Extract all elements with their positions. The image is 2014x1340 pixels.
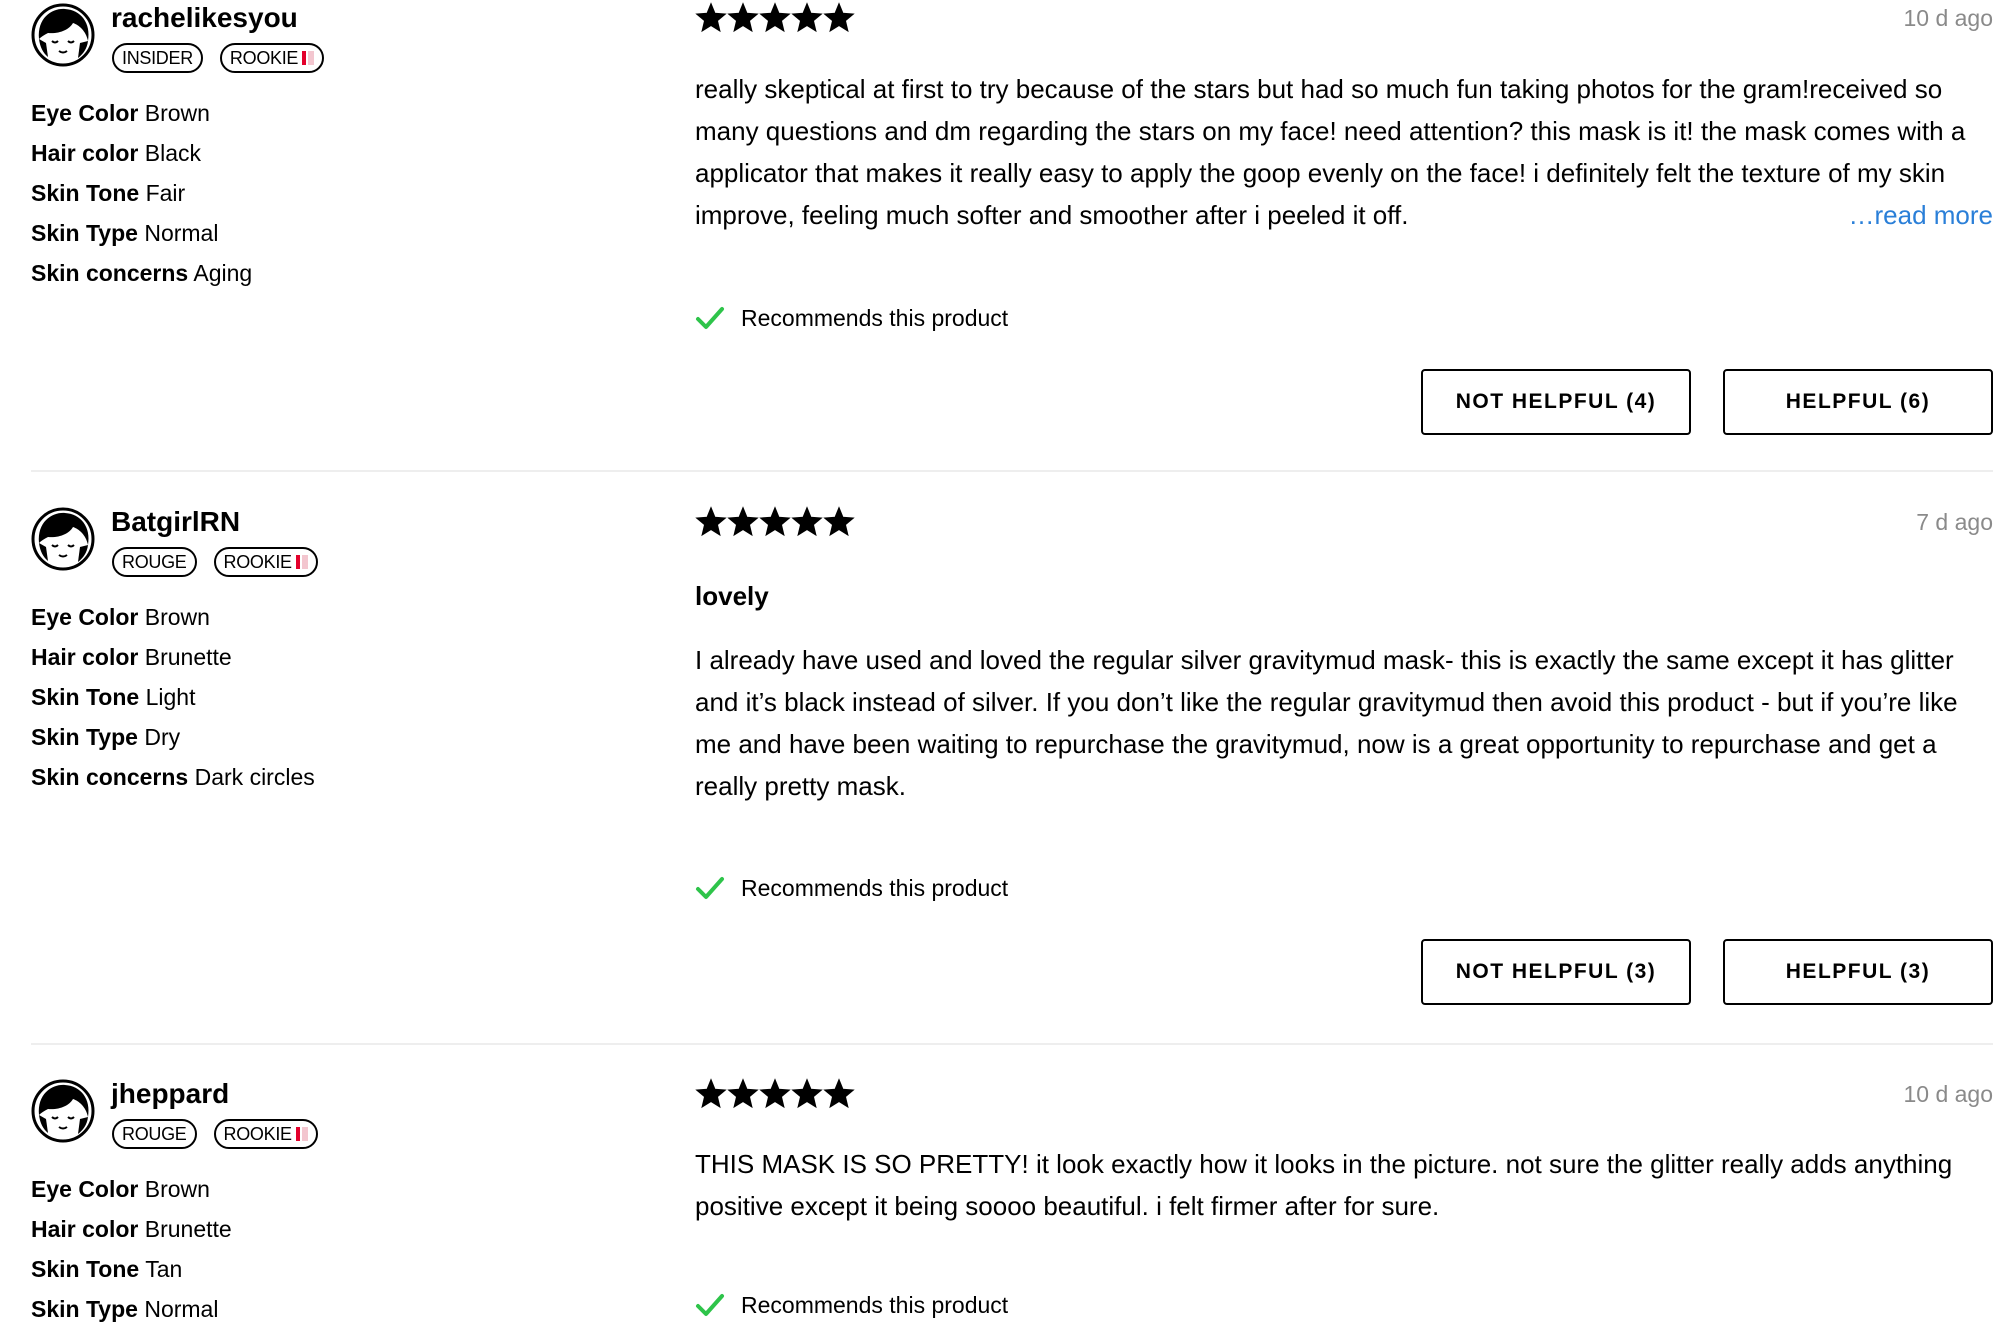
star-rating xyxy=(695,2,855,36)
checkmark-icon xyxy=(696,1294,724,1316)
review-title: lovely xyxy=(695,581,769,611)
star-rating xyxy=(695,506,855,540)
star-icon xyxy=(759,1078,791,1109)
badge-rookie: ROOKIE xyxy=(213,547,318,577)
attribute-eye-color: Eye Color Brown xyxy=(31,1176,210,1202)
review-date: 7 d ago xyxy=(1916,509,1993,535)
checkmark-icon xyxy=(696,877,724,899)
star-rating xyxy=(695,1078,855,1112)
badge-rookie: ROOKIE xyxy=(213,1119,318,1149)
attribute-hair-color: Hair color Black xyxy=(31,140,202,166)
star-icon xyxy=(823,506,855,537)
star-icon xyxy=(759,2,791,33)
rookie-progress-icon xyxy=(295,555,308,569)
review-card: BatgirlRN ROUGE ROOKIE Eye Color Brown H… xyxy=(31,504,1993,1014)
review-date: 10 d ago xyxy=(1903,1081,1993,1107)
attribute-skin-type: Skin Type Dry xyxy=(31,724,181,750)
recommends-indicator: Recommends this product xyxy=(695,872,1008,904)
attribute-skin-concerns: Skin concerns Dark circles xyxy=(31,764,315,790)
star-icon xyxy=(727,1078,759,1109)
star-icon xyxy=(791,2,823,33)
attribute-skin-concerns: Skin concerns Aging xyxy=(31,260,253,286)
review-text: really skeptical at first to try because… xyxy=(695,68,1993,236)
rookie-progress-icon xyxy=(295,1127,308,1141)
user-attributes: Eye Color Brown Hair color Black Skin To… xyxy=(31,93,252,293)
star-icon xyxy=(759,506,791,537)
badge-insider: INSIDER xyxy=(112,43,203,73)
star-icon xyxy=(695,2,727,33)
star-icon xyxy=(695,1078,727,1109)
recommends-indicator: Recommends this product xyxy=(695,302,1008,334)
attribute-skin-type: Skin Type Normal xyxy=(31,220,219,246)
user-avatar[interactable] xyxy=(31,1079,95,1143)
attribute-eye-color: Eye Color Brown xyxy=(31,100,210,126)
helpful-button[interactable]: HELPFUL (3) xyxy=(1723,939,1993,1005)
review-text: THIS MASK IS SO PRETTY! it look exactly … xyxy=(695,1149,1953,1221)
badge-rookie: ROOKIE xyxy=(219,43,325,73)
checkmark-icon xyxy=(696,307,724,329)
username[interactable]: BatgirlRN xyxy=(111,506,240,538)
review-text: I already have used and loved the regula… xyxy=(695,645,1958,801)
user-attributes: Eye Color Brown Hair color Brunette Skin… xyxy=(31,1169,232,1329)
user-attributes: Eye Color Brown Hair color Brunette Skin… xyxy=(31,597,315,797)
badge-rouge: ROUGE xyxy=(112,1119,197,1149)
review-divider xyxy=(31,1043,1993,1045)
star-icon xyxy=(695,506,727,537)
review-card: rachelikesyou INSIDER ROOKIE Eye Color B… xyxy=(31,0,1993,470)
helpful-button[interactable]: HELPFUL (6) xyxy=(1723,369,1993,435)
username[interactable]: rachelikesyou xyxy=(111,2,298,34)
review-card: jheppard ROUGE ROOKIE Eye Color Brown Ha… xyxy=(31,1076,1993,1340)
attribute-skin-type: Skin Type Normal xyxy=(31,1296,219,1322)
star-icon xyxy=(823,2,855,33)
star-icon xyxy=(791,506,823,537)
badge-rouge: ROUGE xyxy=(112,547,197,577)
username[interactable]: jheppard xyxy=(111,1078,229,1110)
read-more-link[interactable]: …read more xyxy=(1816,194,1993,236)
user-badges: INSIDER ROOKIE xyxy=(112,43,325,73)
attribute-skin-tone: Skin Tone Light xyxy=(31,684,196,710)
user-badges: ROUGE ROOKIE xyxy=(112,1119,318,1149)
attribute-skin-tone: Skin Tone Tan xyxy=(31,1256,183,1282)
attribute-hair-color: Hair color Brunette xyxy=(31,644,232,670)
attribute-hair-color: Hair color Brunette xyxy=(31,1216,232,1242)
attribute-eye-color: Eye Color Brown xyxy=(31,604,210,630)
star-icon xyxy=(823,1078,855,1109)
recommends-indicator: Recommends this product xyxy=(695,1289,1008,1321)
review-date: 10 d ago xyxy=(1903,5,1993,31)
avatar-face-icon xyxy=(31,507,95,571)
not-helpful-button[interactable]: NOT HELPFUL (3) xyxy=(1421,939,1691,1005)
rookie-progress-icon xyxy=(302,51,315,65)
avatar-face-icon xyxy=(31,1079,95,1143)
not-helpful-button[interactable]: NOT HELPFUL (4) xyxy=(1421,369,1691,435)
avatar-face-icon xyxy=(31,3,95,67)
star-icon xyxy=(727,506,759,537)
user-badges: ROUGE ROOKIE xyxy=(112,547,318,577)
attribute-skin-tone: Skin Tone Fair xyxy=(31,180,186,206)
review-divider xyxy=(31,470,1993,472)
user-avatar[interactable] xyxy=(31,3,95,67)
star-icon xyxy=(791,1078,823,1109)
star-icon xyxy=(727,2,759,33)
user-avatar[interactable] xyxy=(31,507,95,571)
